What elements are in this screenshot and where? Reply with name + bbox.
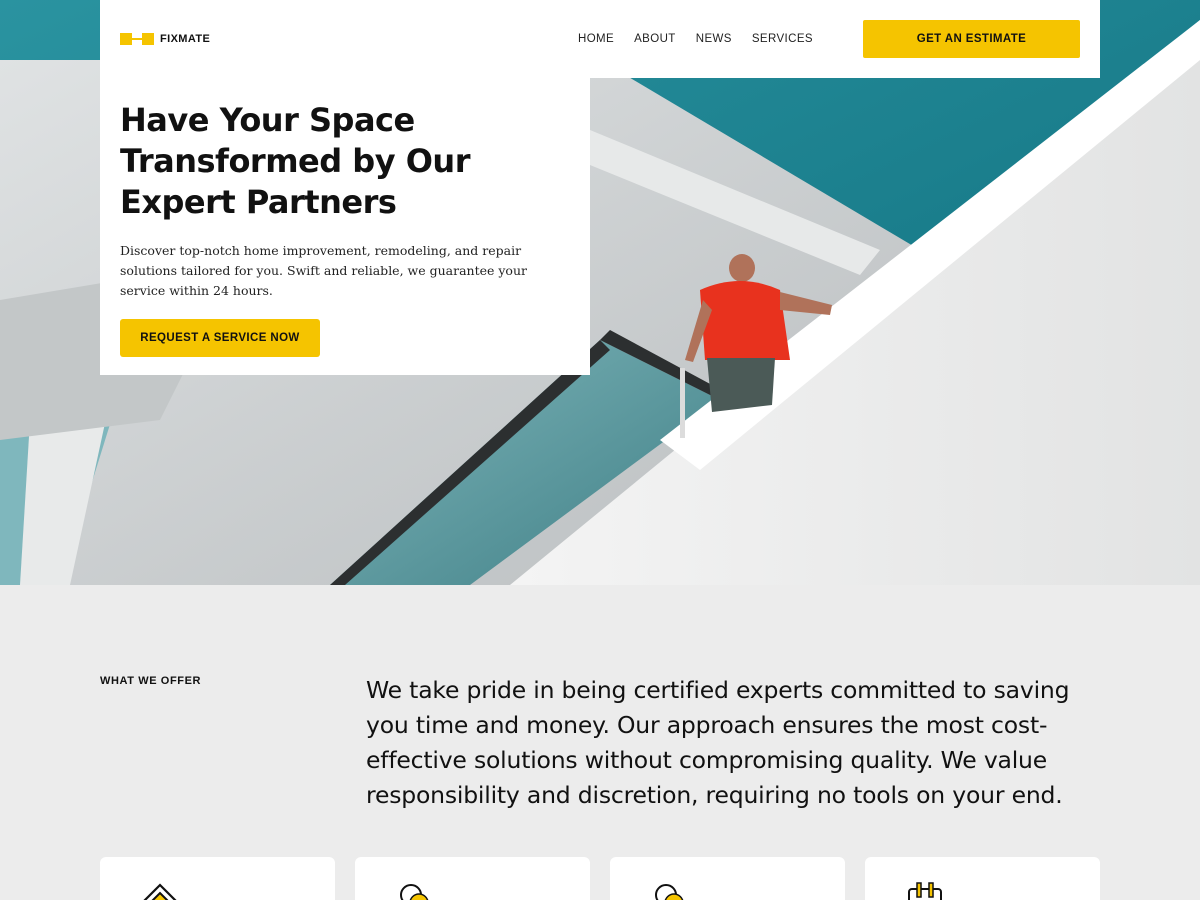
get-estimate-button[interactable]: GET AN ESTIMATE [863, 20, 1080, 58]
main-nav: HOME ABOUT NEWS SERVICES [578, 33, 813, 45]
nav-services[interactable]: SERVICES [752, 33, 813, 45]
house-icon [143, 883, 177, 900]
request-service-button[interactable]: REQUEST A SERVICE NOW [120, 319, 320, 357]
bulb-icon [655, 884, 684, 900]
nav-news[interactable]: NEWS [696, 33, 732, 45]
hero-title: Have Your Space Transformed by Our Exper… [120, 101, 470, 221]
offer-label: WHAT WE OFFER [100, 675, 202, 687]
offer-text: We take pride in being certified experts… [366, 676, 1070, 809]
nav-home[interactable]: HOME [578, 33, 614, 45]
brand-logo[interactable]: FIXMATE [120, 33, 210, 45]
hero-description: Discover top-notch home improvement, rem… [120, 243, 527, 298]
service-cards [100, 857, 1100, 900]
nav-about[interactable]: ABOUT [634, 33, 676, 45]
bulb-icon [400, 884, 429, 900]
logo-mark-icon [120, 33, 154, 45]
brand-name: FIXMATE [160, 33, 211, 45]
top-navbar: FIXMATE HOME ABOUT NEWS SERVICES GET AN … [100, 0, 1100, 78]
hero-card: Have Your Space Transformed by Our Exper… [100, 78, 590, 375]
plug-icon [908, 882, 942, 900]
service-card[interactable] [865, 857, 1100, 900]
service-card[interactable] [355, 857, 590, 900]
service-card[interactable] [100, 857, 335, 900]
service-card[interactable] [610, 857, 845, 900]
